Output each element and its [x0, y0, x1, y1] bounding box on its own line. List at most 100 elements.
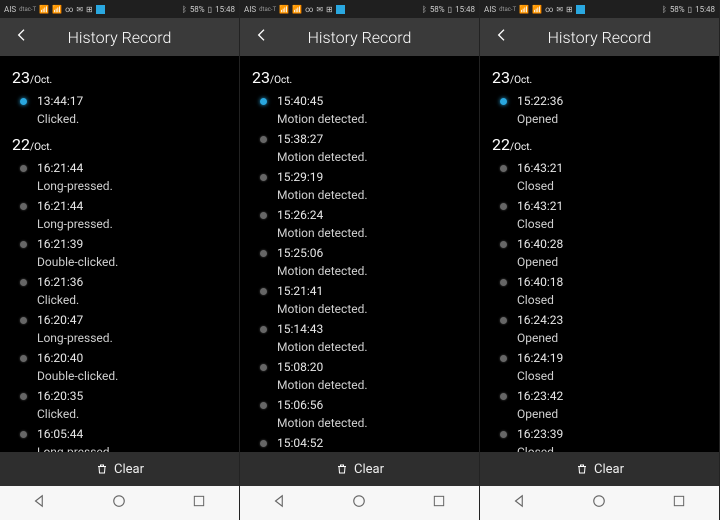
battery-icon: ▯ [688, 5, 692, 14]
history-entry[interactable]: 15:25:06 [240, 243, 479, 263]
search-icon [576, 5, 585, 14]
entry-time: 15:06:56 [277, 397, 323, 413]
entry-event: Motion detected. [277, 187, 368, 203]
history-entry[interactable]: 16:43:21 [480, 196, 719, 216]
trash-icon [335, 463, 348, 476]
history-list[interactable]: 23/Oct.15:22:36Opened22/Oct.16:43:21Clos… [480, 56, 719, 452]
signal-icon: 📶 [532, 5, 542, 14]
entry-event: Clicked. [37, 111, 79, 127]
history-entry[interactable]: 16:21:39 [0, 234, 239, 254]
history-entry[interactable]: 16:21:44 [0, 196, 239, 216]
history-entry[interactable]: 15:29:19 [240, 167, 479, 187]
history-entry[interactable]: 16:21:44 [0, 158, 239, 178]
nav-back-button[interactable] [260, 492, 300, 514]
date-month: /Oct. [270, 75, 292, 86]
entry-event: Long-pressed. [37, 216, 113, 232]
history-entry-event: Closed [480, 178, 719, 196]
timeline-dot-icon [20, 431, 27, 438]
timeline-dot-icon [500, 98, 507, 105]
history-entry[interactable]: 13:44:17 [0, 91, 239, 111]
back-button[interactable] [492, 27, 512, 47]
app-icon: ⊞ [566, 5, 573, 14]
date-month: /Oct. [510, 142, 532, 153]
entry-event: Closed [517, 444, 554, 452]
clear-button[interactable]: Clear [480, 452, 719, 486]
timeline-dot-icon [260, 98, 267, 105]
circle-home-icon [350, 492, 368, 514]
nav-home-button[interactable] [579, 492, 619, 514]
nav-home-button[interactable] [99, 492, 139, 514]
nav-home-button[interactable] [339, 492, 379, 514]
history-entry[interactable]: 15:26:24 [240, 205, 479, 225]
history-entry[interactable]: 15:06:56 [240, 395, 479, 415]
entry-time: 16:43:21 [517, 160, 563, 176]
back-button[interactable] [12, 27, 32, 47]
history-list[interactable]: 23/Oct.13:44:17Clicked.22/Oct.16:21:44Lo… [0, 56, 239, 452]
arrow-left-icon [254, 27, 270, 47]
battery-pct: 58% [190, 5, 205, 14]
history-entry[interactable]: 15:22:36 [480, 91, 719, 111]
entry-time: 16:21:44 [37, 160, 83, 176]
entry-time: 15:14:43 [277, 321, 323, 337]
history-entry[interactable]: 16:40:28 [480, 234, 719, 254]
history-entry[interactable]: 15:04:52 [240, 433, 479, 452]
history-entry[interactable]: 15:08:20 [240, 357, 479, 377]
clock: 15:48 [695, 5, 715, 14]
entry-time: 15:04:52 [277, 435, 323, 451]
entry-time: 16:20:40 [37, 350, 83, 366]
signal-icon: 📶 [39, 5, 49, 14]
entry-event: Opened [517, 254, 558, 270]
entry-time: 16:21:44 [37, 198, 83, 214]
date-day: 22 [492, 135, 510, 154]
square-recent-icon [191, 493, 207, 513]
entry-event: Clicked. [37, 292, 79, 308]
entry-event: Motion detected. [277, 301, 368, 317]
history-entry[interactable]: 15:40:45 [240, 91, 479, 111]
arrow-left-icon [14, 27, 30, 47]
history-entry[interactable]: 16:23:39 [480, 424, 719, 444]
history-entry[interactable]: 16:24:19 [480, 348, 719, 368]
nav-back-button[interactable] [500, 492, 540, 514]
history-entry[interactable]: 16:20:35 [0, 386, 239, 406]
entry-time: 16:20:47 [37, 312, 83, 328]
entry-event: Motion detected. [277, 149, 368, 165]
app-header: History Record [480, 18, 719, 56]
android-navbar [0, 486, 239, 520]
entry-event: Motion detected. [277, 263, 368, 279]
clear-label: Clear [594, 462, 624, 477]
entry-time: 15:08:20 [277, 359, 323, 375]
status-bar: AISdtac-T📶📶∞✉⊞ᛒ58%▯15:48 [0, 0, 239, 18]
history-entry[interactable]: 16:24:23 [480, 310, 719, 330]
timeline-dot-icon [260, 364, 267, 371]
history-entry[interactable]: 15:21:41 [240, 281, 479, 301]
entry-time: 16:40:28 [517, 236, 563, 252]
history-entry[interactable]: 16:21:36 [0, 272, 239, 292]
history-entry[interactable]: 16:43:21 [480, 158, 719, 178]
history-entry[interactable]: 16:20:47 [0, 310, 239, 330]
nav-recent-button[interactable] [419, 492, 459, 514]
history-entry[interactable]: 16:23:42 [480, 386, 719, 406]
clear-button[interactable]: Clear [240, 452, 479, 486]
entry-event: Clicked. [37, 406, 79, 422]
back-button[interactable] [252, 27, 272, 47]
entry-event: Closed [517, 292, 554, 308]
history-entry[interactable]: 15:38:27 [240, 129, 479, 149]
history-entry[interactable]: 16:20:40 [0, 348, 239, 368]
date-header: 22/Oct. [480, 129, 719, 158]
bluetooth-icon: ᛒ [662, 5, 667, 14]
entry-event: Motion detected. [277, 225, 368, 241]
history-entry-event: Motion detected. [240, 149, 479, 167]
history-list[interactable]: 23/Oct.15:40:45Motion detected.15:38:27M… [240, 56, 479, 452]
nav-recent-button[interactable] [659, 492, 699, 514]
nav-back-button[interactable] [20, 492, 60, 514]
history-entry[interactable]: 16:40:18 [480, 272, 719, 292]
history-entry[interactable]: 16:05:44 [0, 424, 239, 444]
msg-icon: ✉ [316, 5, 323, 14]
timeline-dot-icon [20, 203, 27, 210]
clear-button[interactable]: Clear [0, 452, 239, 486]
clear-label: Clear [114, 462, 144, 477]
nav-recent-button[interactable] [179, 492, 219, 514]
history-entry-event: Long-pressed. [0, 178, 239, 196]
date-month: /Oct. [30, 75, 52, 86]
history-entry[interactable]: 15:14:43 [240, 319, 479, 339]
